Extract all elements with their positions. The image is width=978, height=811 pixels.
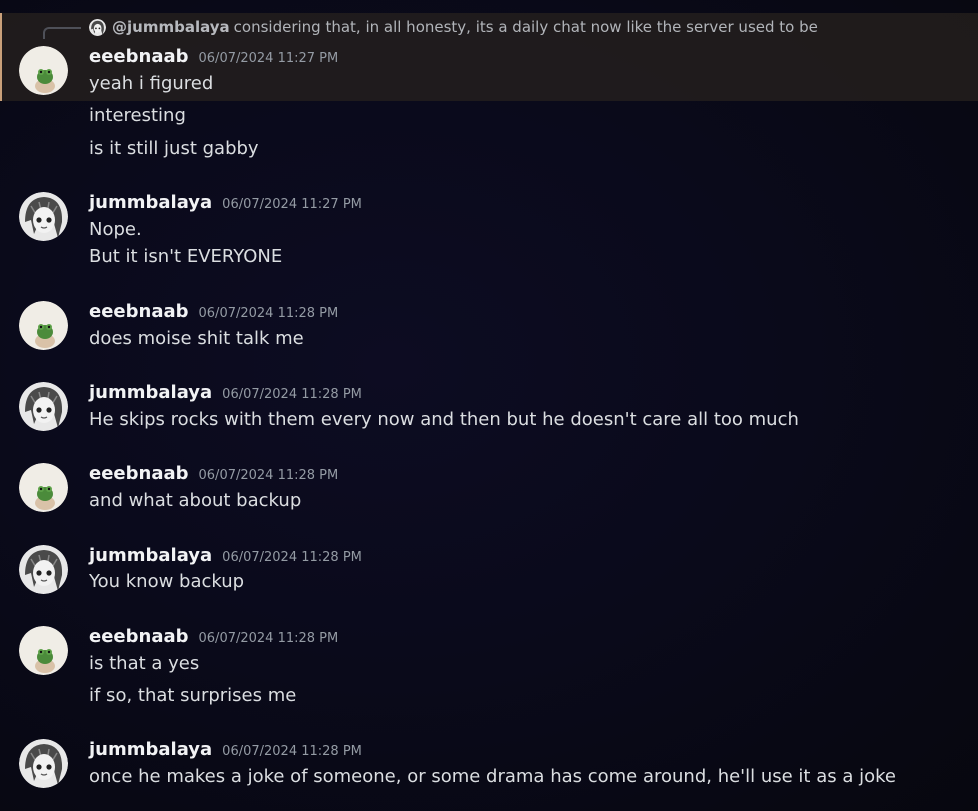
username[interactable]: jummbalaya bbox=[89, 738, 212, 762]
anime-girl-avatar-icon[interactable] bbox=[19, 382, 68, 431]
message-header: eeebnaab 06/07/2024 11:28 PM bbox=[89, 462, 338, 486]
anime-girl-avatar-icon bbox=[89, 18, 106, 36]
message-text: is it still just gabby bbox=[89, 138, 259, 159]
timestamp[interactable]: 06/07/2024 11:27 PM bbox=[199, 51, 339, 66]
message-text: interesting bbox=[89, 105, 186, 126]
message-header: eeebnaab 06/07/2024 11:28 PM bbox=[89, 625, 338, 649]
username[interactable]: jummbalaya bbox=[89, 381, 212, 405]
frog-figurine-avatar-icon[interactable] bbox=[19, 626, 68, 675]
message-header: jummbalaya 06/07/2024 11:28 PM bbox=[89, 381, 362, 405]
message-header: jummbalaya 06/07/2024 11:28 PM bbox=[89, 544, 362, 568]
message-text: But it isn't EVERYONE bbox=[89, 246, 283, 267]
timestamp[interactable]: 06/07/2024 11:28 PM bbox=[199, 468, 339, 483]
reply-connector-line bbox=[43, 27, 81, 39]
message-text: yeah i figured bbox=[89, 73, 214, 94]
reply-target-username[interactable]: @jummbalaya bbox=[112, 17, 230, 37]
username[interactable]: eeebnaab bbox=[89, 300, 189, 324]
frog-figurine-avatar-icon[interactable] bbox=[19, 463, 68, 512]
message-text: does moise shit talk me bbox=[89, 328, 304, 349]
message-text: is that a yes bbox=[89, 653, 200, 674]
username[interactable]: eeebnaab bbox=[89, 625, 189, 649]
timestamp[interactable]: 06/07/2024 11:28 PM bbox=[222, 387, 362, 402]
anime-girl-avatar-icon[interactable] bbox=[19, 739, 68, 788]
message-header: jummbalaya 06/07/2024 11:27 PM bbox=[89, 191, 362, 215]
timestamp[interactable]: 06/07/2024 11:28 PM bbox=[222, 550, 362, 565]
message-text: once he makes a joke of someone, or some… bbox=[89, 766, 896, 787]
message-text: You know backup bbox=[89, 571, 245, 592]
username[interactable]: eeebnaab bbox=[89, 462, 189, 486]
timestamp[interactable]: 06/07/2024 11:28 PM bbox=[199, 306, 339, 321]
username[interactable]: eeebnaab bbox=[89, 45, 189, 69]
message-header: eeebnaab 06/07/2024 11:28 PM bbox=[89, 300, 338, 324]
reply-preview[interactable]: @jummbalaya considering that, in all hon… bbox=[89, 17, 818, 37]
reply-preview-text[interactable]: considering that, in all honesty, its a … bbox=[234, 17, 818, 37]
message-header: eeebnaab 06/07/2024 11:27 PM bbox=[89, 45, 338, 69]
timestamp[interactable]: 06/07/2024 11:27 PM bbox=[222, 197, 362, 212]
message-text: if so, that surprises me bbox=[89, 685, 297, 706]
username[interactable]: jummbalaya bbox=[89, 191, 212, 215]
anime-girl-avatar-icon[interactable] bbox=[19, 545, 68, 594]
frog-figurine-avatar-icon[interactable] bbox=[19, 46, 68, 95]
anime-girl-avatar-icon[interactable] bbox=[19, 192, 68, 241]
timestamp[interactable]: 06/07/2024 11:28 PM bbox=[222, 744, 362, 759]
frog-figurine-avatar-icon[interactable] bbox=[19, 301, 68, 350]
message-text: and what about backup bbox=[89, 490, 302, 511]
message-text: He skips rocks with them every now and t… bbox=[89, 409, 799, 430]
message-header: jummbalaya 06/07/2024 11:28 PM bbox=[89, 738, 362, 762]
username[interactable]: jummbalaya bbox=[89, 544, 212, 568]
message-text: Nope. bbox=[89, 219, 142, 240]
timestamp[interactable]: 06/07/2024 11:28 PM bbox=[199, 631, 339, 646]
